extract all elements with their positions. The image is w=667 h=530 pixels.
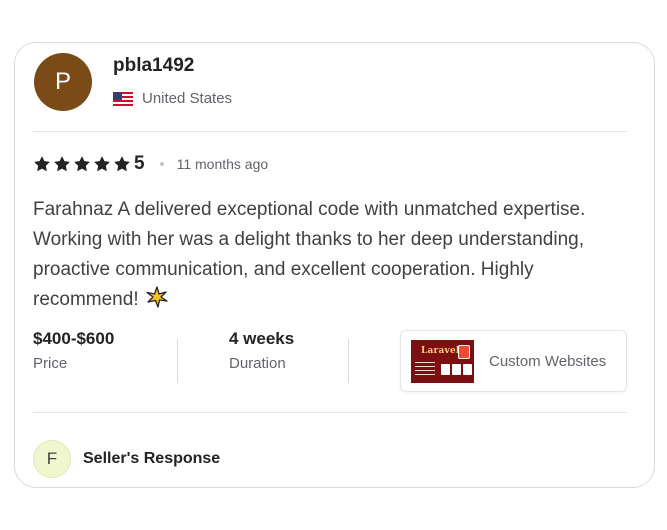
price-value: $400-$600 (33, 329, 115, 348)
thumbnail-box (441, 363, 450, 375)
star-rating (33, 155, 131, 173)
rating-value: 5 (134, 153, 145, 174)
reviewer-avatar[interactable]: P (34, 53, 92, 111)
price-label: Price (33, 355, 68, 372)
reviewer-country: United States (113, 90, 232, 107)
duration-label: Duration (229, 355, 286, 372)
project-thumbnail[interactable]: Laravel (411, 339, 474, 383)
thumbnail-box (463, 363, 472, 375)
separator-dot (159, 162, 164, 166)
avatar-initial: P (54, 68, 71, 95)
us-flag-icon (113, 91, 133, 106)
review-time: 11 months ago (176, 156, 269, 172)
star-icon (34, 156, 50, 172)
star-icon (94, 156, 110, 172)
review-text: Farahnaz A delivered exceptional code wi… (33, 195, 633, 315)
price-block: $400-$600 Price (33, 329, 114, 372)
review-body: Farahnaz A delivered exceptional code wi… (33, 199, 586, 310)
star-icon (114, 156, 130, 172)
thumbnail-title: Laravel (421, 345, 460, 356)
rating-row: 5 11 months ago (33, 153, 268, 175)
thumbnail-text-lines (415, 361, 435, 378)
divider-bottom (33, 412, 628, 413)
project-card[interactable]: Laravel Custom Websites (400, 330, 627, 392)
meta-divider (348, 339, 349, 383)
duration-block: 4 weeks Duration (229, 329, 294, 372)
thumbnail-box (452, 363, 461, 375)
star-icon (74, 156, 90, 172)
meta-divider (177, 339, 178, 383)
seller-avatar: F (33, 440, 71, 478)
star-icon (54, 156, 70, 172)
sparkle-icon (146, 286, 168, 308)
divider-top (33, 131, 628, 132)
duration-value: 4 weeks (229, 329, 295, 348)
thumbnail-badge (458, 344, 470, 359)
review-card: P pbla1492 United States 5 11 months ago… (14, 42, 655, 488)
reviewer-username[interactable]: pbla1492 (113, 55, 194, 77)
country-name: United States (142, 90, 233, 107)
project-name[interactable]: Custom Websites (489, 353, 606, 370)
seller-response-toggle[interactable]: Seller's Response (83, 450, 220, 468)
seller-avatar-initial: F (46, 449, 58, 468)
